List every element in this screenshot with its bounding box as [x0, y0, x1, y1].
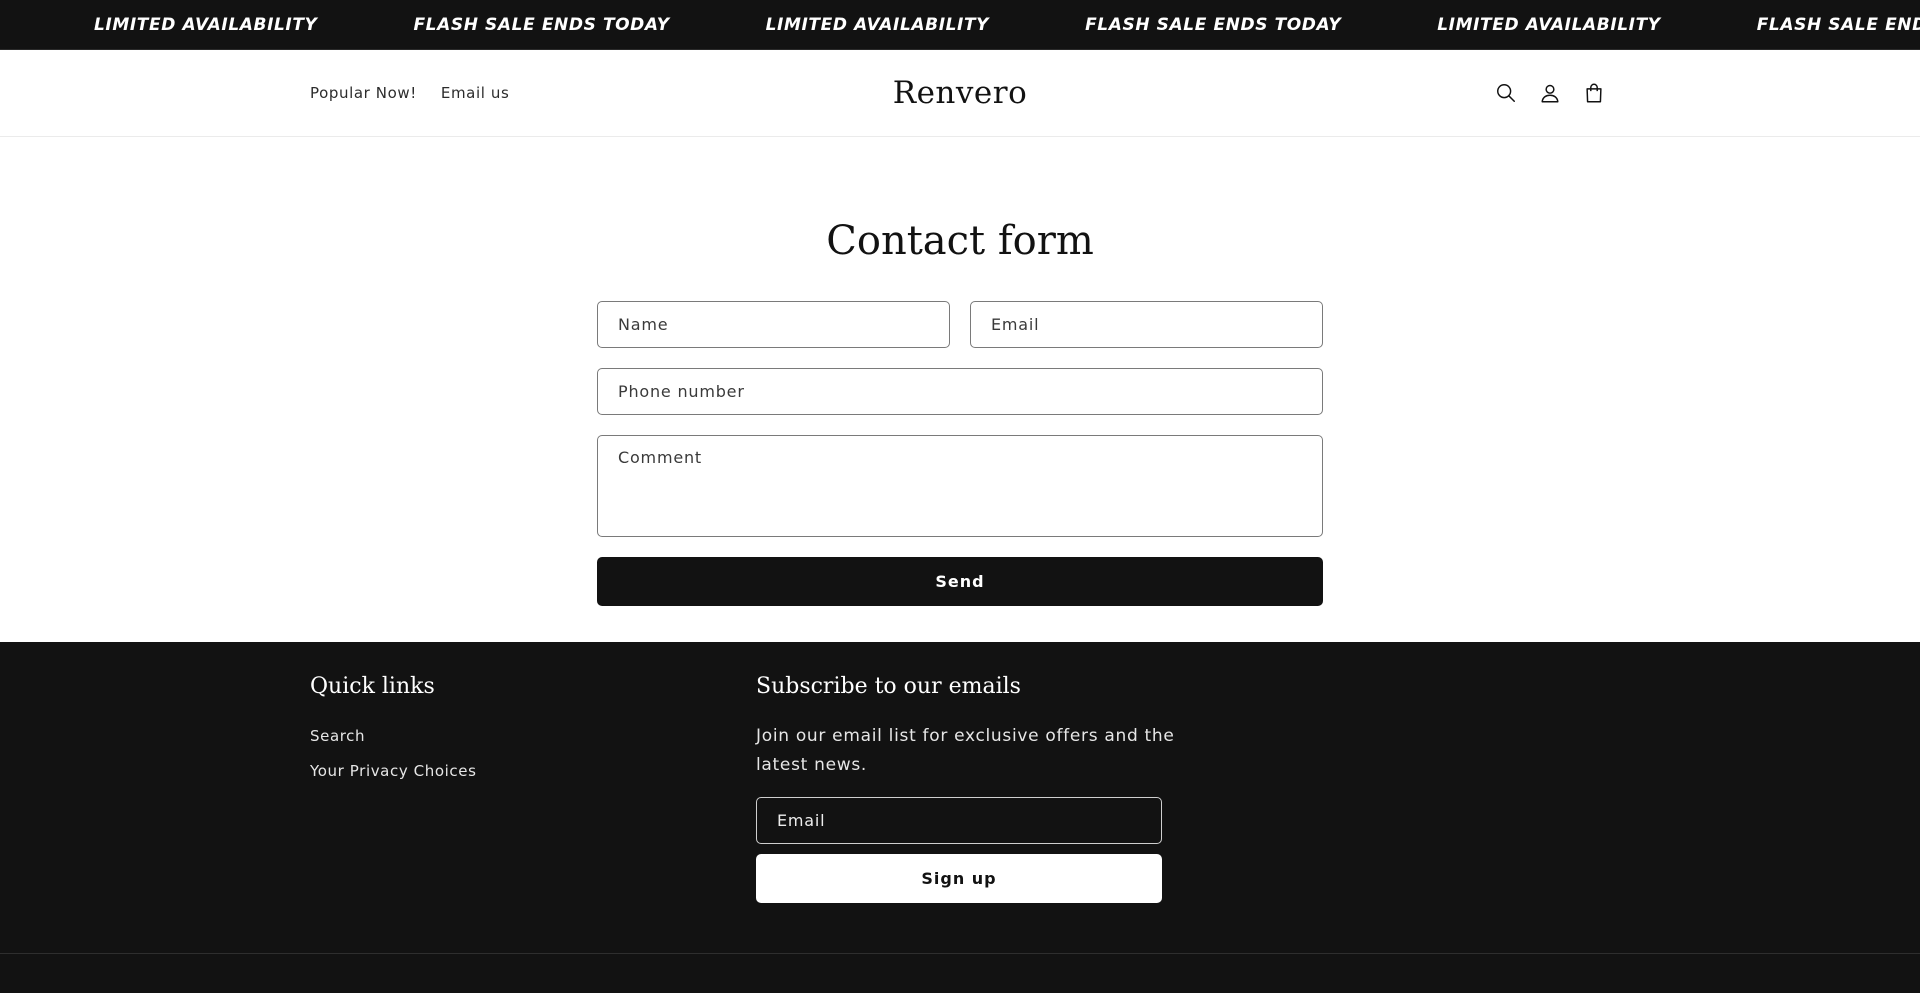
- nav-link-email-us[interactable]: Email us: [441, 84, 510, 102]
- cart-icon: [1586, 83, 1602, 103]
- site-logo[interactable]: Renvero: [893, 75, 1028, 111]
- nav-link-popular-now[interactable]: Popular Now!: [310, 84, 417, 102]
- site-header: Popular Now! Email us Renvero: [0, 50, 1920, 137]
- subscribe-heading: Subscribe to our emails: [756, 674, 1021, 699]
- announcement-item: LIMITED AVAILABILITY: [94, 15, 318, 35]
- quick-links-heading: Quick links: [310, 674, 435, 699]
- comment-textarea[interactable]: [597, 435, 1323, 537]
- footer-divider: [0, 953, 1920, 954]
- phone-input[interactable]: [597, 368, 1323, 415]
- announcement-item: FLASH SALE ENDS TODAY: [1085, 15, 1342, 35]
- footer-link-search[interactable]: Search: [310, 727, 365, 745]
- subscribe-text: Join our email list for exclusive offers…: [756, 726, 1175, 775]
- logo-wrapper: Renvero: [0, 50, 1920, 136]
- name-input[interactable]: [597, 301, 950, 348]
- list-item: Search: [310, 726, 476, 761]
- announcement-bar: LIMITED AVAILABILITY FLASH SALE ENDS TOD…: [0, 0, 1920, 50]
- cart-button[interactable]: [1578, 71, 1610, 115]
- list-item: Your Privacy Choices: [310, 761, 476, 796]
- send-button[interactable]: Send: [597, 557, 1323, 606]
- announcement-item: FLASH SALE ENDS TODAY: [1756, 15, 1920, 35]
- search-button[interactable]: [1490, 71, 1522, 115]
- quick-links-list: Search Your Privacy Choices: [310, 726, 476, 796]
- email-input[interactable]: [970, 301, 1323, 348]
- search-icon: [1497, 84, 1515, 102]
- announcement-item: FLASH SALE ENDS TODAY: [413, 15, 670, 35]
- newsletter-email-input[interactable]: [756, 797, 1162, 844]
- announcement-track: LIMITED AVAILABILITY FLASH SALE ENDS TOD…: [94, 0, 1920, 49]
- signup-button[interactable]: Sign up: [756, 854, 1162, 903]
- account-button[interactable]: [1534, 71, 1566, 115]
- footer-link-privacy-choices[interactable]: Your Privacy Choices: [310, 762, 476, 780]
- site-footer: Quick links Search Your Privacy Choices …: [0, 642, 1920, 993]
- page-title: Contact form: [826, 218, 1094, 264]
- announcement-item: LIMITED AVAILABILITY: [1437, 15, 1661, 35]
- header-nav: Popular Now! Email us: [310, 50, 509, 136]
- header-icons: [1490, 50, 1610, 136]
- announcement-item: LIMITED AVAILABILITY: [765, 15, 990, 35]
- account-icon: [1541, 84, 1559, 103]
